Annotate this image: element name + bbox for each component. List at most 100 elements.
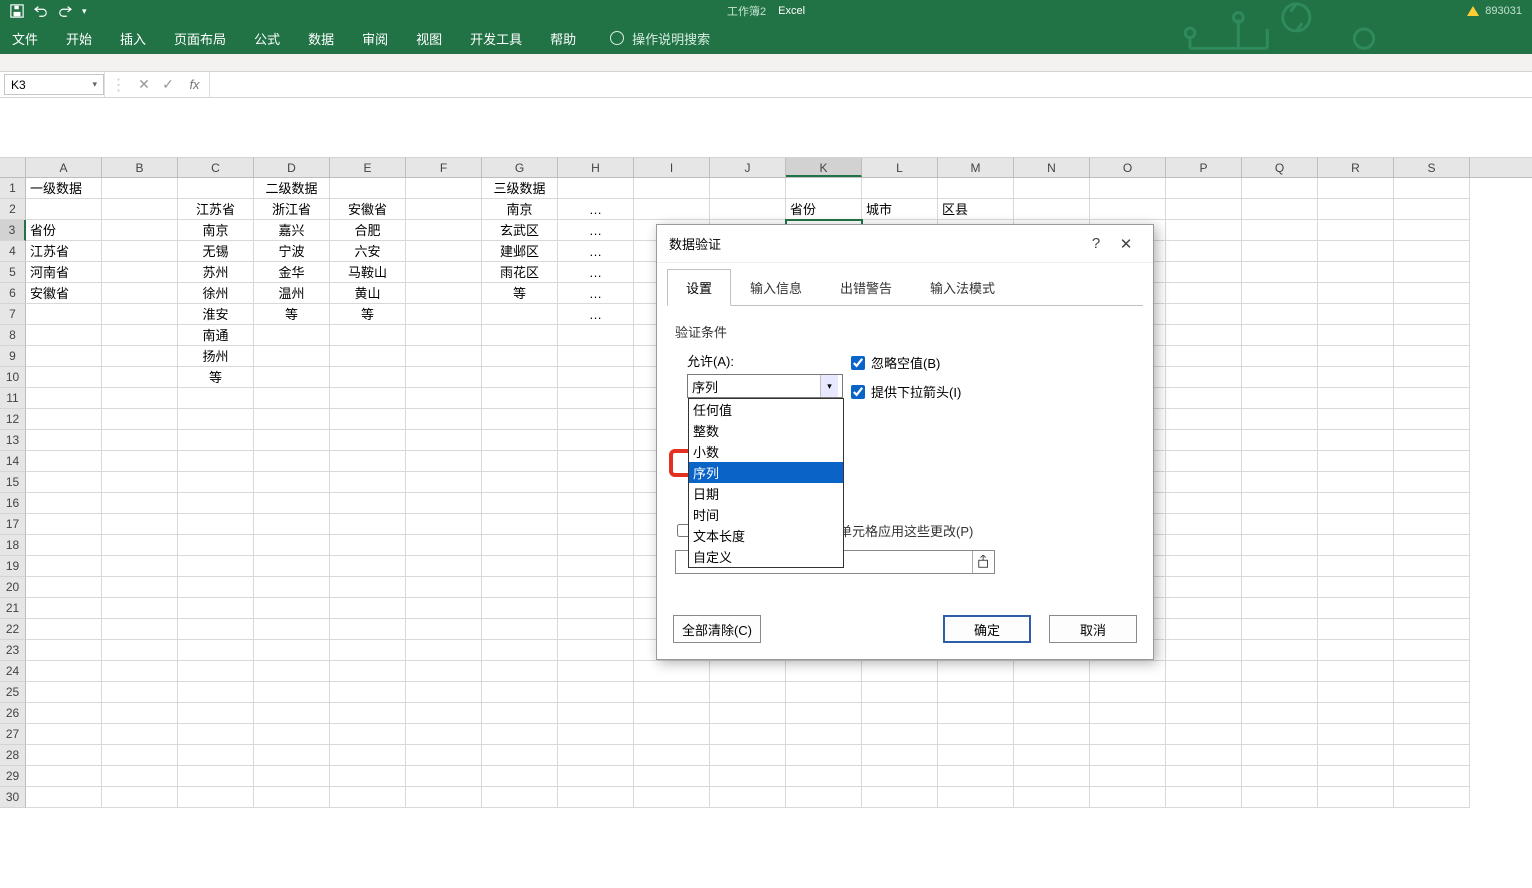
cell-S23[interactable] xyxy=(1394,640,1470,661)
cell-G30[interactable] xyxy=(482,787,558,808)
col-header-K[interactable]: K xyxy=(786,158,862,177)
cell-E8[interactable] xyxy=(330,325,406,346)
cell-H26[interactable] xyxy=(558,703,634,724)
cell-F14[interactable] xyxy=(406,451,482,472)
cell-Q7[interactable] xyxy=(1242,304,1318,325)
cell-D2[interactable]: 浙江省 xyxy=(254,199,330,220)
row-header-17[interactable]: 17 xyxy=(0,514,26,535)
cell-A27[interactable] xyxy=(26,724,102,745)
cell-D8[interactable] xyxy=(254,325,330,346)
row-header-28[interactable]: 28 xyxy=(0,745,26,766)
cell-E12[interactable] xyxy=(330,409,406,430)
cell-H18[interactable] xyxy=(558,535,634,556)
cell-G13[interactable] xyxy=(482,430,558,451)
cell-C28[interactable] xyxy=(178,745,254,766)
cell-G16[interactable] xyxy=(482,493,558,514)
cell-Q2[interactable] xyxy=(1242,199,1318,220)
cell-B18[interactable] xyxy=(102,535,178,556)
cell-L30[interactable] xyxy=(862,787,938,808)
cell-D30[interactable] xyxy=(254,787,330,808)
cell-P9[interactable] xyxy=(1166,346,1242,367)
cell-D13[interactable] xyxy=(254,430,330,451)
cell-O29[interactable] xyxy=(1090,766,1166,787)
cell-O1[interactable] xyxy=(1090,178,1166,199)
cell-J29[interactable] xyxy=(710,766,786,787)
cell-A30[interactable] xyxy=(26,787,102,808)
cell-P27[interactable] xyxy=(1166,724,1242,745)
cell-R1[interactable] xyxy=(1318,178,1394,199)
cell-F2[interactable] xyxy=(406,199,482,220)
cell-Q4[interactable] xyxy=(1242,241,1318,262)
cell-Q10[interactable] xyxy=(1242,367,1318,388)
cell-D22[interactable] xyxy=(254,619,330,640)
cell-K26[interactable] xyxy=(786,703,862,724)
cell-I25[interactable] xyxy=(634,682,710,703)
cell-H13[interactable] xyxy=(558,430,634,451)
cell-D4[interactable]: 宁波 xyxy=(254,241,330,262)
cell-C24[interactable] xyxy=(178,661,254,682)
cell-S11[interactable] xyxy=(1394,388,1470,409)
cell-M2[interactable]: 区县 xyxy=(938,199,1014,220)
cell-C5[interactable]: 苏州 xyxy=(178,262,254,283)
cell-E4[interactable]: 六安 xyxy=(330,241,406,262)
name-box[interactable]: K3 ▾ xyxy=(4,74,104,95)
cell-B15[interactable] xyxy=(102,472,178,493)
cell-D25[interactable] xyxy=(254,682,330,703)
cell-H28[interactable] xyxy=(558,745,634,766)
cell-H5[interactable]: … xyxy=(558,262,634,283)
cell-S4[interactable] xyxy=(1394,241,1470,262)
cell-J27[interactable] xyxy=(710,724,786,745)
cell-H12[interactable] xyxy=(558,409,634,430)
col-header-I[interactable]: I xyxy=(634,158,710,177)
cell-E27[interactable] xyxy=(330,724,406,745)
cell-O2[interactable] xyxy=(1090,199,1166,220)
cell-D3[interactable]: 嘉兴 xyxy=(254,220,330,241)
cell-C9[interactable]: 扬州 xyxy=(178,346,254,367)
cell-R28[interactable] xyxy=(1318,745,1394,766)
col-header-J[interactable]: J xyxy=(710,158,786,177)
clear-all-button[interactable]: 全部清除(C) xyxy=(673,615,761,643)
cell-D19[interactable] xyxy=(254,556,330,577)
cell-B6[interactable] xyxy=(102,283,178,304)
cell-E25[interactable] xyxy=(330,682,406,703)
cell-B11[interactable] xyxy=(102,388,178,409)
cell-E22[interactable] xyxy=(330,619,406,640)
source-range-picker-icon[interactable] xyxy=(972,551,994,573)
cell-D9[interactable] xyxy=(254,346,330,367)
cell-C2[interactable]: 江苏省 xyxy=(178,199,254,220)
cell-R2[interactable] xyxy=(1318,199,1394,220)
cell-C17[interactable] xyxy=(178,514,254,535)
cell-M26[interactable] xyxy=(938,703,1014,724)
cell-E2[interactable]: 安徽省 xyxy=(330,199,406,220)
cell-C27[interactable] xyxy=(178,724,254,745)
cell-L28[interactable] xyxy=(862,745,938,766)
cell-H22[interactable] xyxy=(558,619,634,640)
cell-E10[interactable] xyxy=(330,367,406,388)
cell-C16[interactable] xyxy=(178,493,254,514)
dialog-tab-0[interactable]: 设置 xyxy=(667,269,731,306)
cell-I30[interactable] xyxy=(634,787,710,808)
cell-F27[interactable] xyxy=(406,724,482,745)
row-header-29[interactable]: 29 xyxy=(0,766,26,787)
cell-O27[interactable] xyxy=(1090,724,1166,745)
cell-S29[interactable] xyxy=(1394,766,1470,787)
cell-A5[interactable]: 河南省 xyxy=(26,262,102,283)
cell-J1[interactable] xyxy=(710,178,786,199)
cell-B14[interactable] xyxy=(102,451,178,472)
cell-S14[interactable] xyxy=(1394,451,1470,472)
cell-C1[interactable] xyxy=(178,178,254,199)
col-header-E[interactable]: E xyxy=(330,158,406,177)
cell-E24[interactable] xyxy=(330,661,406,682)
cell-R12[interactable] xyxy=(1318,409,1394,430)
cell-A2[interactable] xyxy=(26,199,102,220)
allow-option-6[interactable]: 文本长度 xyxy=(689,525,843,546)
cell-G24[interactable] xyxy=(482,661,558,682)
cell-G21[interactable] xyxy=(482,598,558,619)
cell-A21[interactable] xyxy=(26,598,102,619)
cell-R17[interactable] xyxy=(1318,514,1394,535)
cell-E5[interactable]: 马鞍山 xyxy=(330,262,406,283)
cell-P23[interactable] xyxy=(1166,640,1242,661)
cell-R13[interactable] xyxy=(1318,430,1394,451)
dialog-tab-3[interactable]: 输入法模式 xyxy=(911,269,1014,306)
cancel-button[interactable]: 取消 xyxy=(1049,615,1137,643)
